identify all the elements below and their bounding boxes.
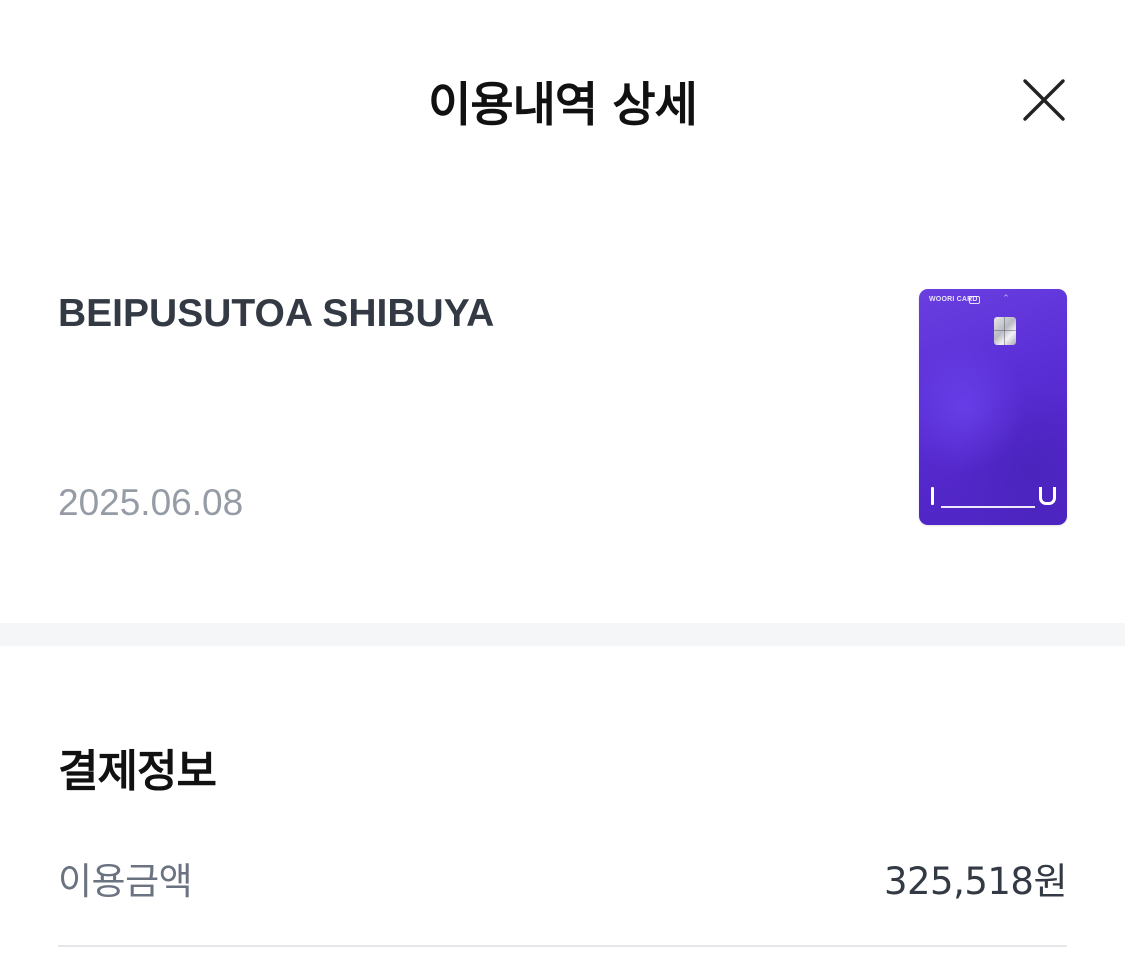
card-logo-line — [941, 506, 1035, 508]
page-title: 이용내역 상세 — [428, 78, 698, 133]
amount-label: 이용금액 — [58, 860, 193, 903]
row-divider — [58, 945, 1067, 947]
card-logo-i — [931, 487, 934, 505]
card-image: WOORI CARD ^ — [919, 289, 1067, 525]
card-chip — [994, 317, 1016, 345]
payment-info-title: 결제정보 — [58, 746, 217, 797]
card-brand-badge — [969, 296, 980, 304]
amount-value: 325,518원 — [883, 860, 1068, 903]
contactless-icon: ^ — [1003, 294, 1009, 302]
merchant-name: BEIPUSUTOA SHIBUYA — [58, 292, 495, 335]
close-icon — [1023, 79, 1065, 121]
card-logo-u — [1039, 487, 1056, 505]
section-divider — [0, 623, 1125, 646]
transaction-date: 2025.06.08 — [58, 482, 244, 523]
header: 이용내역 상세 — [0, 0, 1125, 210]
close-button[interactable] — [1016, 72, 1072, 128]
